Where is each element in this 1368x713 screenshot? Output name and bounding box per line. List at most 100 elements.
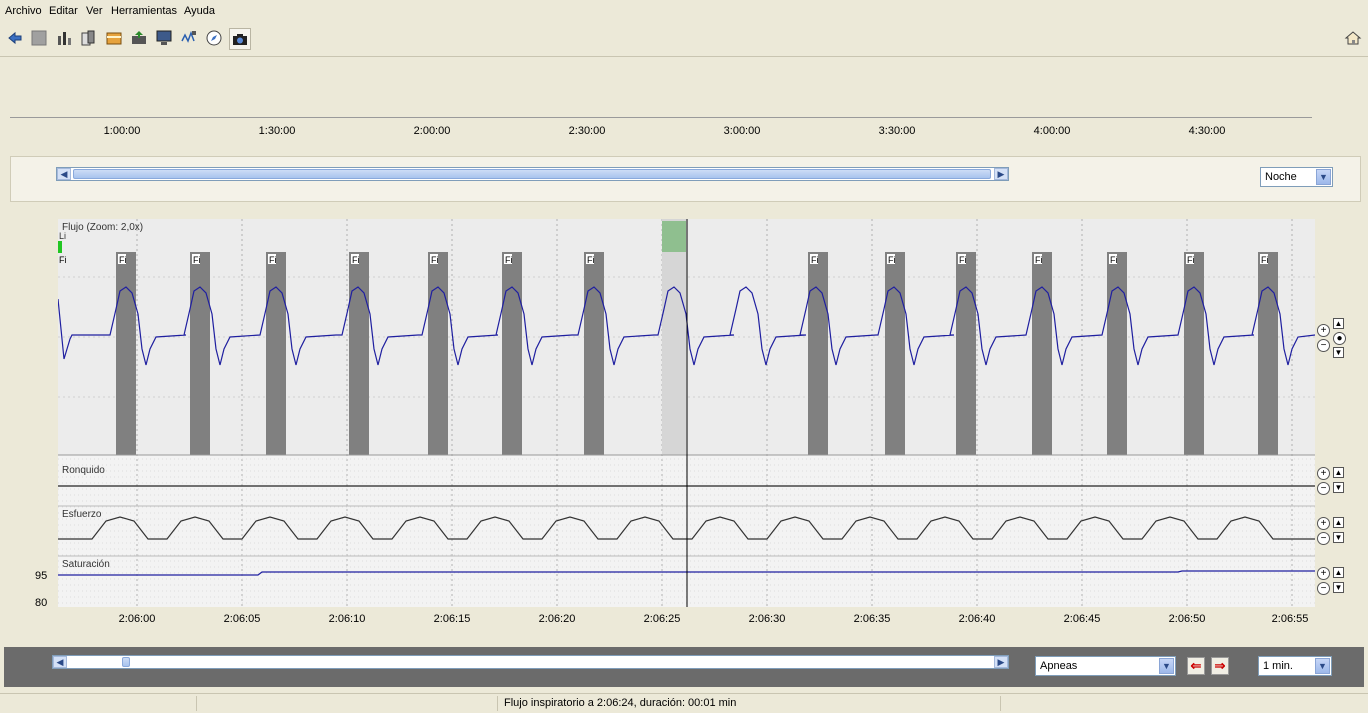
zoom-out-icon[interactable]: −: [1317, 582, 1330, 595]
event-bar: [956, 252, 976, 455]
chevron-down-icon[interactable]: ▼: [1315, 658, 1330, 674]
zoom-out-icon[interactable]: −: [1317, 532, 1330, 545]
esfuerzo-label: Esfuerzo: [62, 509, 102, 520]
toolbar-separator: [0, 56, 1368, 57]
time-tick: 2:06:45: [1063, 613, 1101, 625]
scroll-right-icon[interactable]: ▶: [994, 168, 1008, 180]
time-scroll-thumb[interactable]: [122, 657, 130, 667]
zoom-in-icon[interactable]: +: [1317, 517, 1330, 530]
selected-event-marker: [662, 221, 686, 252]
event-bar: [808, 252, 828, 455]
event-tag: Fi: [269, 255, 277, 265]
time-tick: 2:06:25: [643, 613, 681, 625]
overview-scroll-thumb[interactable]: [73, 169, 991, 179]
time-tick: 2:06:00: [118, 613, 156, 625]
settings-icon[interactable]: ●: [1333, 332, 1346, 345]
overview-tick: 4:00:00: [1033, 125, 1071, 137]
event-tag: Fi: [888, 255, 896, 265]
event-bar: [1107, 252, 1127, 455]
event-tag: Fi: [1187, 255, 1195, 265]
overview-tick: 1:30:00: [258, 125, 296, 137]
overview-scrollbar[interactable]: ◀ ▶: [56, 167, 1009, 181]
time-scrollbar[interactable]: ◀ ▶: [52, 655, 1009, 669]
overview-tick: 3:30:00: [878, 125, 916, 137]
saturation-axis-top: 95: [35, 570, 48, 582]
flujo-label: Flujo (Zoom: 2,0x): [62, 222, 144, 233]
scale-down-icon[interactable]: ▼: [1333, 532, 1344, 543]
back-arrow-icon[interactable]: [5, 28, 25, 48]
scale-up-icon[interactable]: ▲: [1333, 567, 1344, 578]
monitor-icon[interactable]: [154, 28, 174, 48]
scale-up-icon[interactable]: ▲: [1333, 517, 1344, 528]
event-type-select[interactable]: Apneas ▼: [1035, 656, 1176, 676]
overview-axis-line: [10, 117, 1312, 118]
home-icon[interactable]: [1343, 28, 1363, 48]
overview-tick: 1:00:00: [103, 125, 141, 137]
scale-down-icon[interactable]: ▼: [1333, 482, 1344, 493]
event-bar: [584, 252, 604, 455]
scroll-left-icon[interactable]: ◀: [57, 168, 71, 180]
overview-tick: 2:00:00: [413, 125, 451, 137]
menu-ver[interactable]: Ver: [86, 5, 103, 17]
time-tick: 2:06:20: [538, 613, 576, 625]
time-tick: 2:06:10: [328, 613, 366, 625]
event-bar: [1258, 252, 1278, 455]
event-tag: Fi: [811, 255, 819, 265]
chevron-down-icon[interactable]: ▼: [1316, 169, 1331, 185]
overview-tick: 3:00:00: [723, 125, 761, 137]
event-tag: Fi: [587, 255, 595, 265]
previous-event-icon[interactable]: ⇐: [1187, 657, 1205, 675]
event-tag: Fi: [1261, 255, 1269, 265]
menu-herramientas[interactable]: Herramientas: [111, 5, 177, 17]
saturacion-label: Saturación: [62, 559, 110, 570]
zoom-in-icon[interactable]: +: [1317, 467, 1330, 480]
time-tick: 2:06:30: [748, 613, 786, 625]
flujo-marker: [58, 241, 62, 253]
event-bar: [116, 252, 136, 455]
time-tick: 2:06:55: [1271, 613, 1309, 625]
zoom-in-icon[interactable]: +: [1317, 567, 1330, 580]
event-bar: [428, 252, 448, 455]
view-select[interactable]: Noche ▼: [1260, 167, 1333, 187]
stop-icon[interactable]: [29, 28, 49, 48]
saturation-axis-bottom: 80: [35, 597, 48, 609]
camera-icon[interactable]: [229, 28, 251, 50]
scroll-left-icon[interactable]: ◀: [53, 656, 67, 668]
event-tag: Fi: [119, 255, 127, 265]
scroll-right-icon[interactable]: ▶: [994, 656, 1008, 668]
time-tick: 2:06:50: [1168, 613, 1206, 625]
scale-down-icon[interactable]: ▼: [1333, 582, 1344, 593]
menu-archivo[interactable]: Archivo: [5, 5, 42, 17]
menu-bar: Archivo Editar Ver Herramientas Ayuda: [0, 0, 1368, 22]
event-bar: [266, 252, 286, 455]
overview-tick: 4:30:00: [1188, 125, 1226, 137]
scale-down-icon[interactable]: ▼: [1333, 347, 1344, 358]
time-tick: 2:06:35: [853, 613, 891, 625]
event-tag: Fi: [1035, 255, 1043, 265]
event-type-value: Apneas: [1040, 660, 1078, 672]
compass-icon[interactable]: [204, 28, 224, 48]
navigation-panel: ◀ ▶ Apneas ▼ ⇐ ⇒ 1 min. ▼: [4, 647, 1364, 687]
event-tag: Fi: [959, 255, 967, 265]
menu-editar[interactable]: Editar: [49, 5, 78, 17]
signal-icon[interactable]: [179, 28, 199, 48]
event-bar: [885, 252, 905, 455]
menu-ayuda[interactable]: Ayuda: [184, 5, 215, 17]
scale-up-icon[interactable]: ▲: [1333, 467, 1344, 478]
event-tag: Fi: [193, 255, 201, 265]
chevron-down-icon[interactable]: ▼: [1159, 658, 1174, 674]
data-icon[interactable]: [78, 28, 98, 48]
folder-icon[interactable]: [104, 28, 124, 48]
zoom-out-icon[interactable]: −: [1317, 339, 1330, 352]
zoom-in-icon[interactable]: +: [1317, 324, 1330, 337]
scale-up-icon[interactable]: ▲: [1333, 318, 1344, 329]
export-icon[interactable]: [129, 28, 149, 48]
window-size-select[interactable]: 1 min. ▼: [1258, 656, 1332, 676]
status-bar: Flujo inspiratorio a 2:06:24, duración: …: [0, 693, 1368, 713]
zoom-out-icon[interactable]: −: [1317, 482, 1330, 495]
next-event-icon[interactable]: ⇒: [1211, 657, 1229, 675]
signal-chart[interactable]: Fi Fi Fi Fi Fi Fi Fi Fi Fi Fi Fi Fi Fi Fi Fi Flujo (Zo…: [58, 219, 1315, 607]
overview-tick: 2:30:00: [568, 125, 606, 137]
event-tag: Fi: [431, 255, 439, 265]
tools-icon[interactable]: [54, 28, 74, 48]
